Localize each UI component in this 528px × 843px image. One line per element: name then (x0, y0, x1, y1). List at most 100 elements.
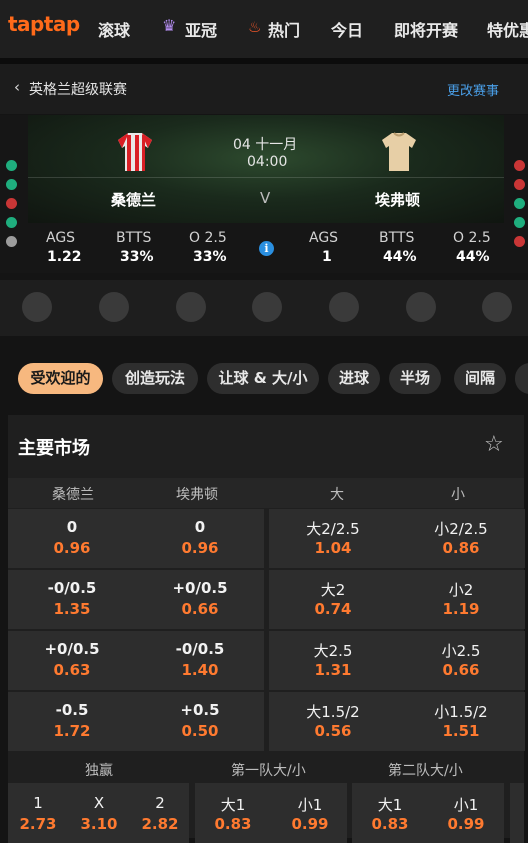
nav-promo[interactable]: 特优惠 (487, 17, 528, 41)
odds-cell-more[interactable] (510, 783, 524, 843)
odds-value: 1.31 (314, 661, 352, 679)
carousel-dot[interactable] (482, 292, 512, 322)
home-ags-value: 1.22 (47, 249, 82, 265)
col-under: 小 (451, 487, 465, 503)
team1-option-odds: 0.99 (291, 815, 329, 833)
match-date: 04 十一月 (233, 137, 298, 153)
odds-line: -0/0.5 (47, 579, 97, 597)
market-title: 主要市场 (18, 438, 90, 459)
away-form-dot (514, 217, 525, 228)
nav-upcoming[interactable]: 即将开赛 (394, 17, 458, 41)
section-team2-ou: 第二队大/小 (388, 763, 463, 779)
odds-cell-home[interactable]: 0 0.96 (8, 509, 136, 568)
taptap-logo[interactable]: taptap (8, 12, 80, 36)
versus-label: V (260, 189, 271, 207)
team1-option-odds: 0.83 (214, 815, 252, 833)
odds-cell-away[interactable]: 0 0.96 (136, 509, 264, 568)
carousel-dot[interactable] (252, 292, 282, 322)
odds-cell-1x2[interactable] (8, 783, 189, 843)
odds-value: 1.40 (181, 661, 219, 679)
chip-handicap-ou[interactable]: 让球 & 大/小 (207, 363, 319, 394)
win-option-label: 2 (155, 794, 165, 812)
info-icon[interactable]: i (259, 241, 274, 256)
col-away: 埃弗顿 (176, 487, 218, 503)
win-option-odds: 3.10 (80, 815, 118, 833)
odds-line: -0/0.5 (175, 640, 225, 658)
odds-line: 大1.5/2 (306, 703, 360, 721)
league-title[interactable]: 英格兰超级联赛 (29, 79, 127, 99)
odds-value: 0.50 (181, 722, 219, 740)
odds-line: 0 (194, 518, 206, 536)
away-form (514, 160, 525, 247)
odds-line: 大2/2.5 (306, 520, 360, 538)
away-over-label: O 2.5 (453, 230, 491, 246)
carousel-dot[interactable] (176, 292, 206, 322)
chip-create[interactable]: 创造玩法 (112, 363, 198, 394)
team2-option-label: 小1 (453, 796, 479, 814)
chip-popular[interactable]: 受欢迎的 (18, 363, 103, 394)
star-icon[interactable]: ☆ (484, 432, 504, 457)
team1-option-label: 大1 (220, 796, 246, 814)
win-option-odds: 2.82 (141, 815, 179, 833)
fire-icon: ♨ (248, 18, 262, 36)
odds-cell-home[interactable]: -0/0.5 1.35 (8, 570, 136, 629)
odds-cell-under[interactable]: 小2/2.5 0.86 (397, 509, 525, 568)
home-form-dot (6, 160, 17, 171)
back-chevron-icon[interactable]: ‹ (14, 78, 20, 96)
nav-afc[interactable]: 亚冠 (185, 17, 217, 41)
team1-option-label: 小1 (297, 796, 323, 814)
home-over-value: 33% (193, 249, 227, 265)
odds-value: 0.96 (53, 539, 91, 557)
chip-more[interactable] (515, 363, 528, 394)
odds-cell-away[interactable]: -0/0.5 1.40 (136, 631, 264, 690)
chip-interval[interactable]: 间隔 (454, 363, 506, 394)
change-match-link[interactable]: 更改赛事 (447, 80, 499, 99)
home-btts-label: BTTS (116, 230, 152, 246)
odds-cell-under[interactable]: 小2 1.19 (397, 570, 525, 629)
odds-value: 0.66 (442, 661, 480, 679)
odds-line: -0.5 (55, 701, 89, 719)
away-over-value: 44% (456, 249, 490, 265)
win-option-label: X (93, 794, 105, 812)
odds-cell-home[interactable]: +0/0.5 0.63 (8, 631, 136, 690)
team2-option-odds: 0.99 (447, 815, 485, 833)
away-btts-value: 44% (383, 249, 417, 265)
carousel-dot[interactable] (329, 292, 359, 322)
nav-hot[interactable]: 热门 (268, 17, 300, 41)
odds-line: 大2.5 (313, 642, 353, 660)
home-ags-label: AGS (46, 230, 76, 246)
away-form-dot (514, 179, 525, 190)
odds-cell-over[interactable]: 大2 0.74 (269, 570, 397, 629)
odds-cell-away[interactable]: +0/0.5 0.66 (136, 570, 264, 629)
odds-cell-under[interactable]: 小1.5/2 1.51 (397, 692, 525, 751)
away-shirt-icon (382, 132, 416, 171)
odds-cell-home[interactable]: -0.5 1.72 (8, 692, 136, 751)
odds-cell-under[interactable]: 小2.5 0.66 (397, 631, 525, 690)
match-time: 04:00 (247, 154, 288, 170)
odds-cell-away[interactable]: +0.5 0.50 (136, 692, 264, 751)
odds-cell-over[interactable]: 大2.5 1.31 (269, 631, 397, 690)
carousel-dot[interactable] (406, 292, 436, 322)
carousel-dot[interactable] (99, 292, 129, 322)
home-form (6, 160, 17, 247)
odds-cell-over[interactable]: 大1.5/2 0.56 (269, 692, 397, 751)
home-form-dot (6, 217, 17, 228)
nav-today[interactable]: 今日 (331, 17, 363, 41)
odds-line: 0 (66, 518, 78, 536)
away-form-dot (514, 236, 525, 247)
chip-half[interactable]: 半场 (389, 363, 441, 394)
odds-cell-over[interactable]: 大2/2.5 1.04 (269, 509, 397, 568)
col-home: 桑德兰 (52, 487, 94, 503)
nav-live[interactable]: 滚球 (98, 17, 130, 41)
odds-line: 小1.5/2 (434, 703, 488, 721)
away-ags-label: AGS (309, 230, 339, 246)
home-btts-value: 33% (120, 249, 154, 265)
odds-value: 0.66 (181, 600, 219, 618)
odds-value: 1.51 (442, 722, 480, 740)
odds-value: 0.56 (314, 722, 352, 740)
carousel-dot[interactable] (22, 292, 52, 322)
chip-goals[interactable]: 进球 (328, 363, 380, 394)
away-team-name[interactable]: 埃弗顿 (375, 189, 420, 210)
home-team-name[interactable]: 桑德兰 (111, 189, 156, 210)
odds-value: 0.74 (314, 600, 352, 618)
